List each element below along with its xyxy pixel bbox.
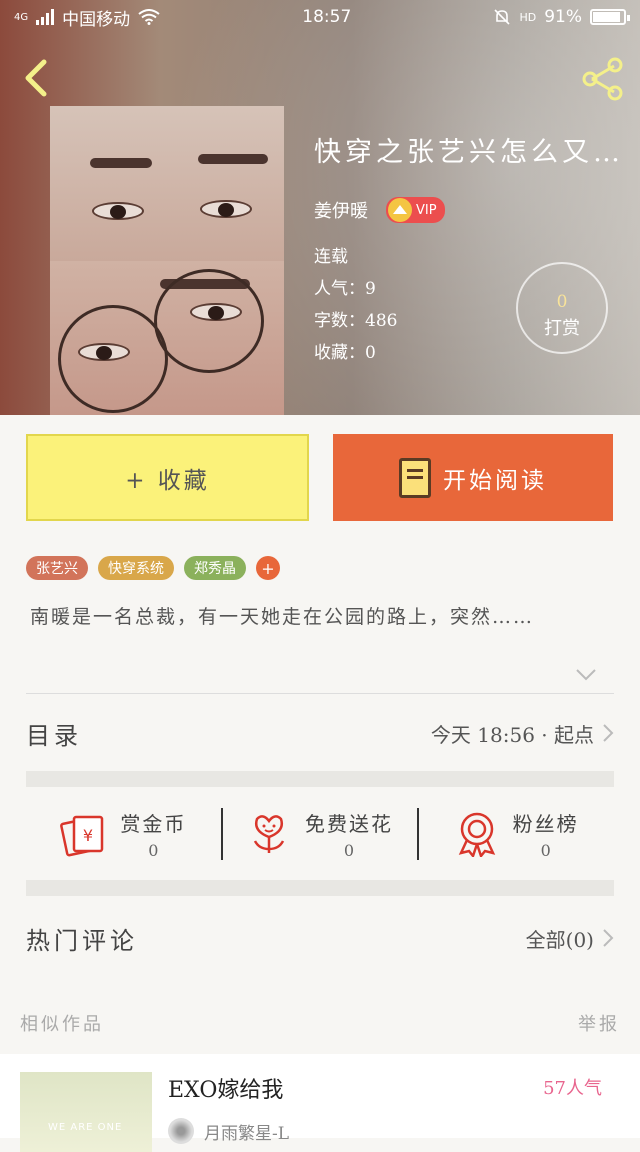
chevron-right-icon xyxy=(603,929,614,947)
book-icon xyxy=(399,457,431,498)
vip-badge: VIP xyxy=(386,197,445,223)
flower-icon xyxy=(253,815,285,853)
similar-work-item[interactable]: WE ARE ONE EXO嫁给我 57人气 月雨繁星-L xyxy=(0,1054,640,1152)
tip-button[interactable]: 0 打赏 xyxy=(516,262,608,354)
tag-list: 张艺兴 快穿系统 郑秀晶 + xyxy=(26,556,280,580)
book-cover xyxy=(50,106,284,415)
book-title: 快穿之张艺兴怎么又… xyxy=(314,137,624,168)
status-time: 18:57 xyxy=(302,7,352,27)
wifi-icon xyxy=(138,9,160,25)
similar-work-author: 月雨繁星-L xyxy=(168,1118,289,1144)
table-of-contents-row[interactable]: 目录 今天 18:56 · 起点 xyxy=(26,696,614,770)
toc-update: 今天 18:56 · 起点 xyxy=(430,722,594,747)
expand-chevron-icon[interactable] xyxy=(575,668,597,682)
all-comments-link[interactable]: 全部(0) xyxy=(526,924,594,953)
send-flower-button[interactable]: 免费送花 0 xyxy=(223,808,418,860)
signal-icon xyxy=(36,9,55,25)
red-envelope-icon: ¥ xyxy=(60,815,104,857)
report-link[interactable]: 举报 xyxy=(578,1010,620,1036)
start-reading-button[interactable]: 开始阅读 xyxy=(333,434,613,521)
medal-icon xyxy=(458,812,495,857)
battery-percent: 91% xyxy=(544,7,582,27)
similar-work-title: EXO嫁给我 xyxy=(168,1078,284,1103)
book-header: 快穿之张艺兴怎么又… 姜伊暖 VIP 连载 人气：9 字数：486 收藏：0 0… xyxy=(0,0,640,415)
status-bar: 4G 中国移动 18:57 HD 91% xyxy=(0,0,640,34)
similar-work-cover: WE ARE ONE xyxy=(20,1072,152,1152)
tip-label: 打赏 xyxy=(544,318,580,339)
hd-indicator: HD xyxy=(519,10,537,24)
mute-bell-icon xyxy=(494,9,511,25)
avatar xyxy=(168,1118,194,1144)
carrier-name: 中国移动 xyxy=(62,9,131,30)
svg-text:¥: ¥ xyxy=(83,826,93,845)
crown-icon xyxy=(388,198,412,222)
divider xyxy=(26,693,614,694)
add-favorite-button[interactable]: + 收藏 xyxy=(26,434,309,521)
tag-item[interactable]: 郑秀晶 xyxy=(184,556,246,580)
similar-works-header: 相似作品 举报 xyxy=(20,1010,620,1036)
add-tag-button[interactable]: + xyxy=(256,556,280,580)
tip-count: 0 xyxy=(556,292,568,312)
tag-item[interactable]: 快穿系统 xyxy=(98,556,174,580)
hot-comments-row[interactable]: 热门评论 全部(0) xyxy=(26,898,614,978)
share-icon[interactable] xyxy=(580,56,626,102)
section-band xyxy=(26,880,614,896)
toc-label: 目录 xyxy=(26,721,82,750)
section-band xyxy=(26,771,614,787)
chevron-right-icon xyxy=(603,724,614,742)
comments-label: 热门评论 xyxy=(26,926,138,955)
network-type: 4G xyxy=(14,11,29,23)
battery-icon xyxy=(589,9,630,25)
similar-works-label: 相似作品 xyxy=(20,1014,104,1035)
fan-ranking-button[interactable]: 粉丝榜 0 xyxy=(419,808,614,860)
back-arrow-icon[interactable] xyxy=(18,58,58,98)
book-description: 南暖是一名总裁，有一天她走在公园的路上，突然…… xyxy=(30,606,535,628)
similar-work-popularity: 57人气 xyxy=(543,1078,602,1099)
action-bar: ¥ 赏金币 0 免费送花 0 粉丝榜 0 xyxy=(26,788,614,880)
book-author[interactable]: 姜伊暖 xyxy=(314,197,368,223)
reward-coin-button[interactable]: ¥ 赏金币 0 xyxy=(26,808,221,860)
tag-item[interactable]: 张艺兴 xyxy=(26,556,88,580)
